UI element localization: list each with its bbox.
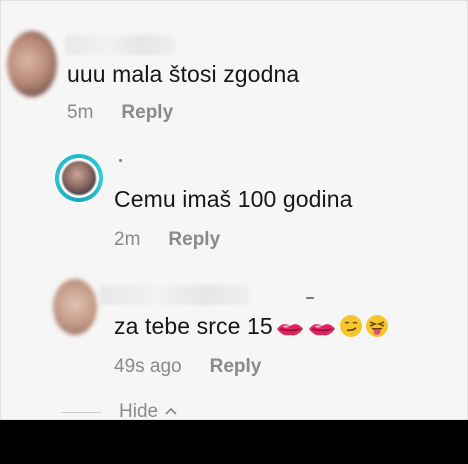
comment-text-content: za tebe srce 15 xyxy=(114,313,273,339)
reply-button[interactable]: Reply xyxy=(210,356,262,378)
kiss-lips-icon xyxy=(275,317,305,344)
comment-text: Cemu imaš 100 godina xyxy=(114,186,353,212)
avatar[interactable] xyxy=(55,154,103,202)
username-blurred xyxy=(99,285,249,305)
username-blurred xyxy=(306,297,314,299)
avatar-ring-gap xyxy=(59,158,99,198)
reply-button[interactable]: Reply xyxy=(121,102,173,124)
comment-time: 49s ago xyxy=(114,356,182,377)
comments-panel: uuu mala štosi zgodna 5m Reply Cemu imaš… xyxy=(0,0,468,422)
tongue-face-icon xyxy=(365,314,389,344)
comment-text: uuu mala štosi zgodna xyxy=(67,61,300,87)
comment-meta: 5m Reply xyxy=(67,102,173,124)
smirk-face-icon xyxy=(339,314,363,344)
bottom-black-bar xyxy=(0,420,468,464)
username-blurred xyxy=(65,35,175,55)
username-blurred xyxy=(119,159,122,162)
comment-meta: 49s ago Reply xyxy=(114,356,261,378)
reply-button[interactable]: Reply xyxy=(168,229,220,251)
comment-time: 2m xyxy=(114,229,141,250)
comment-meta: 2m Reply xyxy=(114,229,220,251)
avatar[interactable] xyxy=(7,31,57,97)
kiss-lips-icon xyxy=(307,317,337,344)
chevron-up-icon xyxy=(164,403,178,421)
comment-text: za tebe srce 15 xyxy=(114,313,389,344)
comment-time: 5m xyxy=(67,102,94,123)
avatar[interactable] xyxy=(53,279,97,335)
avatar-photo xyxy=(62,161,96,195)
divider xyxy=(61,411,101,413)
